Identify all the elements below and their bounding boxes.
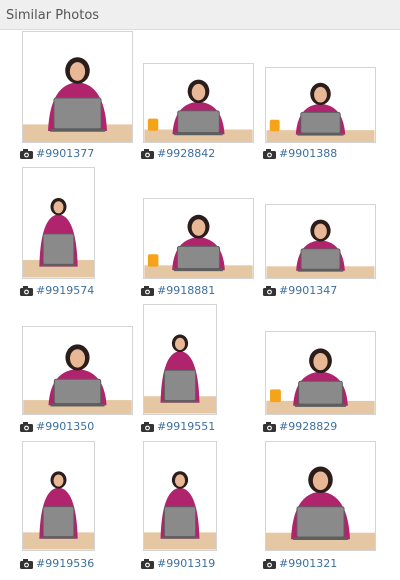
photo-thumbnail[interactable] — [22, 441, 95, 551]
photo-id-link[interactable]: #9918881 — [157, 284, 215, 298]
photo-thumbnail[interactable] — [265, 441, 376, 551]
photo-id-link[interactable]: #9919551 — [157, 420, 215, 434]
photo-thumbnail[interactable] — [265, 204, 376, 279]
photo-thumbnail[interactable] — [265, 67, 376, 143]
camera-icon — [263, 286, 276, 296]
section-header: Similar Photos — [0, 0, 400, 30]
photo-thumbnail[interactable] — [143, 441, 217, 551]
camera-icon — [20, 422, 33, 432]
camera-icon — [263, 149, 276, 159]
photo-thumbnail[interactable] — [22, 167, 95, 279]
camera-icon — [141, 422, 154, 432]
camera-icon — [20, 286, 33, 296]
photo-id-link[interactable]: #9928829 — [279, 420, 337, 434]
camera-icon — [141, 149, 154, 159]
photo-id-link[interactable]: #9901319 — [157, 557, 215, 571]
photo-id-link[interactable]: #9901388 — [279, 147, 337, 161]
photo-thumbnail[interactable] — [265, 331, 376, 415]
photo-id-link[interactable]: #9901321 — [279, 557, 337, 571]
camera-icon — [263, 559, 276, 569]
photo-thumbnail[interactable] — [143, 63, 254, 143]
photo-id-link[interactable]: #9928842 — [157, 147, 215, 161]
photo-thumbnail[interactable] — [143, 304, 217, 415]
photo-thumbnail[interactable] — [22, 31, 133, 143]
photo-id-link[interactable]: #9919536 — [36, 557, 94, 571]
photo-thumbnail[interactable] — [143, 198, 254, 279]
photo-id-link[interactable]: #9901377 — [36, 147, 94, 161]
camera-icon — [141, 559, 154, 569]
camera-icon — [141, 286, 154, 296]
camera-icon — [20, 559, 33, 569]
photo-id-link[interactable]: #9901350 — [36, 420, 94, 434]
camera-icon — [263, 422, 276, 432]
photo-id-link[interactable]: #9919574 — [36, 284, 94, 298]
camera-icon — [20, 149, 33, 159]
section-title: Similar Photos — [6, 8, 100, 23]
photo-thumbnail[interactable] — [22, 326, 133, 415]
photo-id-link[interactable]: #9901347 — [279, 284, 337, 298]
